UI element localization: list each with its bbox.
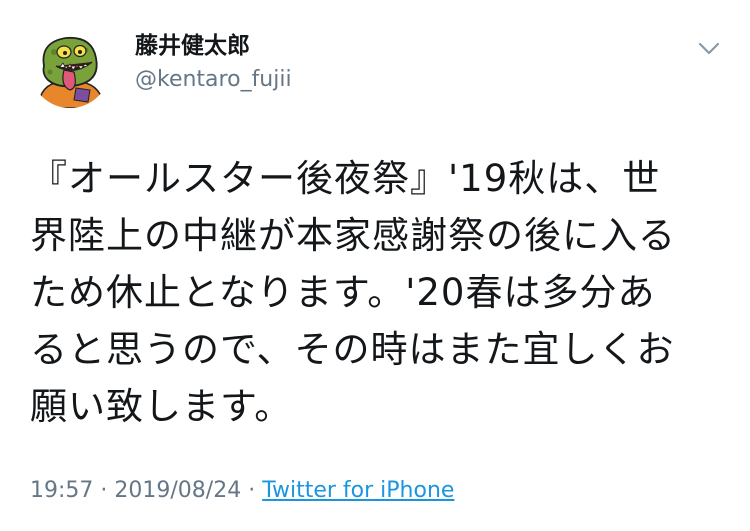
tweet-text-line: 『オールスター後夜祭』'19秋は、世 [30, 157, 661, 200]
tweet-metadata: 19:57 · 2019/08/24 · Twitter for iPhone [30, 476, 454, 506]
chevron-down-icon [698, 42, 720, 55]
meta-separator: · [241, 478, 263, 503]
tweet-time: 19:57 [30, 478, 94, 503]
tweet-text-line: 界陸上の中継が本家感謝祭の後に入る [30, 214, 676, 257]
avatar[interactable] [30, 28, 110, 108]
tweet-menu-button[interactable] [694, 36, 724, 60]
green-monster-avatar-icon [30, 28, 110, 108]
tweet-source-link[interactable]: Twitter for iPhone [262, 478, 454, 503]
tweet-text-line: ると思うので、その時はまた宜しくお [30, 328, 675, 371]
author-handle[interactable]: @kentaro_fujii [135, 66, 292, 94]
tweet-text-line: 願い致します。 [30, 385, 293, 428]
meta-separator: · [93, 478, 115, 503]
author-display-name[interactable]: 藤井健太郎 [135, 32, 250, 60]
tweet-card: 藤井健太郎 @kentaro_fujii 『オールスター後夜祭』'19秋は、世 … [0, 0, 750, 531]
tweet-date: 2019/08/24 [114, 478, 242, 503]
tweet-text-line: ため休止となります。'20春は多分あ [30, 271, 656, 314]
tweet-text: 『オールスター後夜祭』'19秋は、世 界陸上の中継が本家感謝祭の後に入る ため休… [30, 150, 720, 435]
